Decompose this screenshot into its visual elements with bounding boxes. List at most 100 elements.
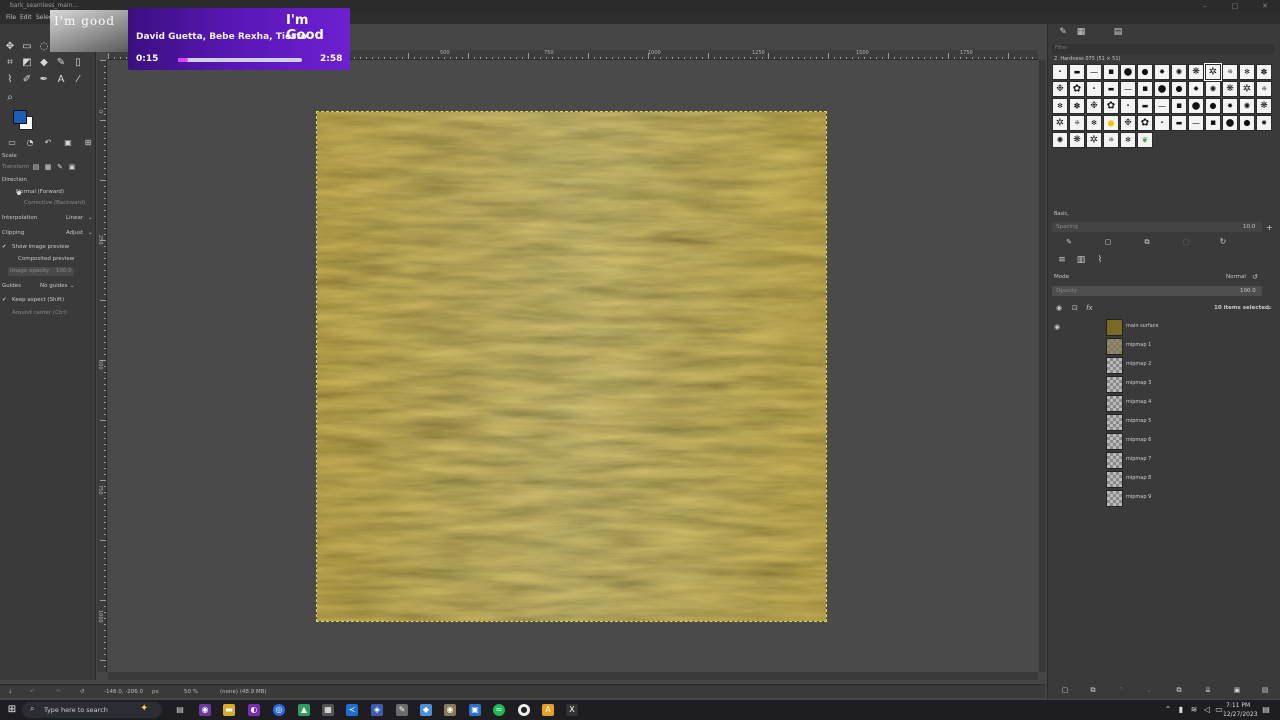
tab-menu-icon[interactable]: ⊞	[82, 137, 94, 149]
edit-brush-icon[interactable]: ✎	[1062, 236, 1076, 248]
brush-preset[interactable]: ●	[1188, 98, 1204, 114]
file-explorer-icon[interactable]: ▬	[223, 704, 235, 716]
brush-preset[interactable]: ✸	[1222, 98, 1238, 114]
layer-row[interactable]: mipmap 5	[1052, 413, 1276, 432]
layer-row[interactable]: mipmap 9	[1052, 489, 1276, 508]
keep-aspect-checkbox[interactable]: Keep aspect (Shift)	[12, 297, 64, 303]
transform-selection-icon[interactable]: ▦	[42, 161, 54, 173]
duplicate-layer-icon[interactable]: ⧉	[1172, 684, 1186, 696]
chevron-down-icon[interactable]: ⌄	[88, 230, 93, 236]
reset-icon[interactable]: ↺	[80, 685, 85, 699]
delete-layer-icon[interactable]: ▤	[1258, 684, 1272, 696]
lasso-tool-icon[interactable]: ◌	[38, 41, 50, 53]
undo-history-tab-icon[interactable]: ↶	[42, 137, 54, 149]
app-icon[interactable]: ▣	[469, 704, 481, 716]
search-icon[interactable]: ⌕	[1268, 304, 1272, 313]
redo-icon[interactable]: ↷	[56, 685, 61, 699]
duplicate-brush-icon[interactable]: ⧉	[1140, 236, 1154, 248]
foreground-color-swatch[interactable]	[13, 110, 27, 124]
app-icon[interactable]: ▦	[322, 704, 334, 716]
lock-visibility-icon[interactable]: ◉	[1056, 304, 1062, 312]
brush-preset[interactable]: ✲	[1086, 132, 1102, 148]
brush-preset[interactable]: ❋	[1256, 98, 1272, 114]
brush-preset[interactable]: ✻	[1086, 115, 1102, 131]
brushes-tab-icon[interactable]: ✎	[1056, 26, 1070, 38]
merge-layer-icon[interactable]: ⇊	[1201, 684, 1215, 696]
undo-icon[interactable]: ↶	[30, 685, 35, 699]
windows-start-icon[interactable]: ⊞	[6, 704, 18, 716]
eraser-tool-icon[interactable]: ▯	[72, 57, 84, 69]
rect-select-tool-icon[interactable]: ▭	[21, 41, 33, 53]
brush-preset[interactable]: ▬	[1103, 81, 1119, 97]
brush-preset[interactable]: ✺	[1205, 81, 1221, 97]
checkbox-checked-icon[interactable]: ✔	[2, 297, 7, 303]
text-tool-icon[interactable]: A	[55, 74, 67, 86]
spotify-icon[interactable]: ≈	[493, 704, 505, 716]
vscode-icon[interactable]: ≺	[346, 704, 358, 716]
quick-mask-icon[interactable]: ⇣	[8, 685, 13, 699]
move-tool-icon[interactable]: ✥	[4, 41, 16, 53]
brush-preset[interactable]: ✻	[1239, 64, 1255, 80]
media-now-playing[interactable]: I'm Good David Guetta, Bebe Rexha, Tiëst…	[128, 8, 350, 70]
checkbox-checked-icon[interactable]: ✔	[2, 244, 7, 250]
brush-preset[interactable]: ✸	[1188, 81, 1204, 97]
images-tab-icon[interactable]: ▣	[62, 137, 74, 149]
raise-layer-icon[interactable]: ⌃	[1114, 684, 1128, 696]
refresh-brushes-icon[interactable]: ↻	[1216, 236, 1230, 248]
brush-preset[interactable]: ▬	[1137, 98, 1153, 114]
brush-preset[interactable]: •	[1052, 64, 1068, 80]
vertical-ruler[interactable]: 0 250 500 750 1000	[97, 60, 107, 672]
brush-preset[interactable]: ✿	[1137, 115, 1153, 131]
brush-filter-input[interactable]: Filter	[1052, 44, 1274, 54]
brush-preset[interactable]: ❊	[1103, 132, 1119, 148]
menu-file[interactable]: File	[6, 12, 16, 24]
brush-preset[interactable]: ✽	[1256, 64, 1272, 80]
app-icon[interactable]: ◉	[199, 704, 211, 716]
brush-preset[interactable]: ⬤	[1205, 98, 1221, 114]
app-icon[interactable]: X	[566, 704, 578, 716]
channels-tab-icon[interactable]: ▥	[1074, 254, 1088, 266]
menu-edit[interactable]: Edit	[20, 12, 32, 24]
brush-preset[interactable]: ▪	[1137, 81, 1153, 97]
brush-preset[interactable]: ▬	[1069, 64, 1085, 80]
lock-icon[interactable]: ⊡	[1072, 304, 1078, 312]
brush-preset[interactable]: ❊	[1069, 115, 1085, 131]
app-icon[interactable]: ●	[518, 704, 530, 716]
brush-preset[interactable]: ✺	[1171, 64, 1187, 80]
effects-icon[interactable]: fx	[1086, 304, 1093, 312]
brush-preset[interactable]: ✽	[1069, 98, 1085, 114]
mask-layer-icon[interactable]: ▣	[1230, 684, 1244, 696]
brush-preset[interactable]: ⬤	[1239, 115, 1255, 131]
brush-preset[interactable]: ❋	[1069, 132, 1085, 148]
unified-transform-tool-icon[interactable]: ◩	[21, 57, 33, 69]
brush-preset[interactable]: ✿	[1069, 81, 1085, 97]
around-center-checkbox[interactable]: Around center (Ctrl)	[12, 310, 67, 316]
brush-preset[interactable]: ✲	[1239, 81, 1255, 97]
brush-preset[interactable]: ✻	[1052, 98, 1068, 114]
bucket-fill-tool-icon[interactable]: ◆	[38, 57, 50, 69]
delete-brush-icon[interactable]: ▢	[1179, 236, 1193, 248]
brush-preset[interactable]: ▪	[1171, 98, 1187, 114]
new-layer-icon[interactable]: ⧉	[1086, 684, 1100, 696]
brush-preset[interactable]: ❦	[1137, 132, 1153, 148]
task-view-icon[interactable]: ▤	[174, 704, 186, 716]
color-picker-tool-icon[interactable]: ✐	[21, 74, 33, 86]
guides-select[interactable]: No guides	[40, 283, 67, 289]
brush-preset[interactable]: •	[1120, 98, 1136, 114]
paintbrush-tool-icon[interactable]: ✎	[55, 57, 67, 69]
app-icon[interactable]: ◆	[420, 704, 432, 716]
warp-tool-icon[interactable]: ⌇	[4, 74, 16, 86]
device-status-tab-icon[interactable]: ◔	[24, 137, 36, 149]
crop-tool-icon[interactable]: ⌗	[4, 57, 16, 69]
brush-preset[interactable]: ❋	[1222, 81, 1238, 97]
horizontal-scrollbar[interactable]	[108, 672, 1038, 680]
layer-row[interactable]: mipmap 1	[1052, 337, 1276, 356]
show-preview-checkbox[interactable]: Show image preview	[12, 244, 69, 250]
bark-texture-image[interactable]	[316, 111, 827, 622]
tool-options-tab-icon[interactable]: ▭	[6, 137, 18, 149]
brush-preset[interactable]: —	[1188, 115, 1204, 131]
brush-preset[interactable]: ●	[1103, 115, 1119, 131]
brush-preset[interactable]: ❊	[1256, 81, 1272, 97]
plus-icon[interactable]: +	[1266, 223, 1273, 232]
paths-tab-icon[interactable]: ⌇	[1093, 254, 1107, 266]
